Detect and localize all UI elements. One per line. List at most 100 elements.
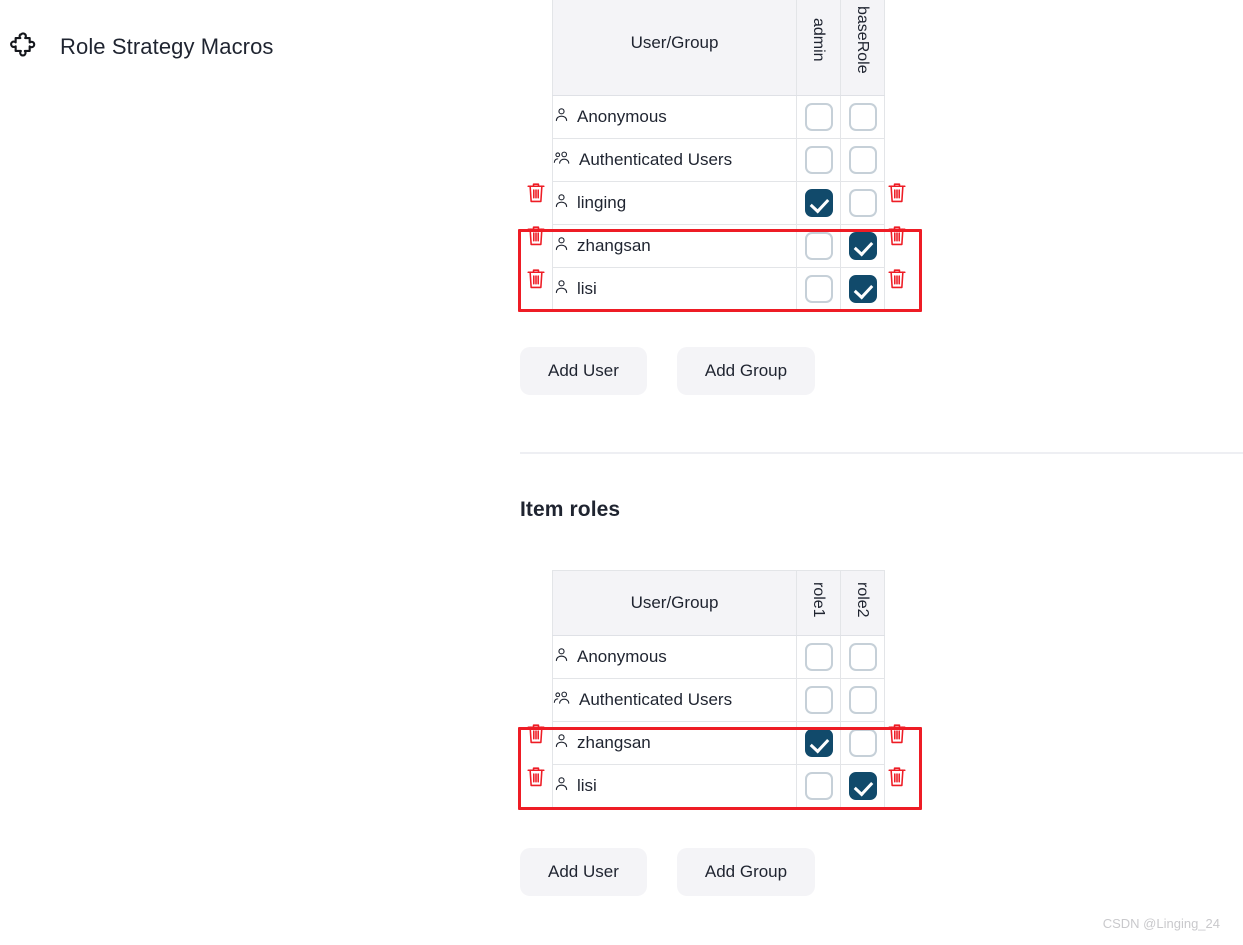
checkbox-role2[interactable] <box>848 772 877 800</box>
watermark: CSDN @Linging_24 <box>1102 916 1220 931</box>
group-icon <box>553 149 572 171</box>
table-row: Anonymous <box>552 635 885 679</box>
checkbox-role1[interactable] <box>804 643 833 671</box>
checkbox-baseRole[interactable] <box>848 275 877 303</box>
usergroup-name: zhangsan <box>577 733 651 752</box>
table-row: Authenticated Users <box>552 678 885 722</box>
person-icon <box>553 192 570 214</box>
checkbox-cell-baseRole[interactable] <box>840 138 885 182</box>
checkbox-cell-admin[interactable] <box>796 224 841 268</box>
checkbox-admin[interactable] <box>804 275 833 303</box>
cell-usergroup: Authenticated Users <box>552 678 797 722</box>
checkbox-baseRole[interactable] <box>848 189 877 217</box>
usergroup-name: Authenticated Users <box>579 150 733 169</box>
column-header-usergroup: User/Group <box>552 570 797 636</box>
section-item-roles: Item roles User/Group role1 role2 Anonym… <box>518 498 1243 896</box>
checkbox-role1[interactable] <box>804 686 833 714</box>
checkbox-cell-admin[interactable] <box>796 267 841 311</box>
add-group-button[interactable]: Add Group <box>676 347 816 395</box>
plugin-header: Role Strategy Macros <box>8 30 274 64</box>
table-row: lisi <box>552 764 885 808</box>
delete-row-button-right-zhangsan[interactable] <box>885 223 909 249</box>
delete-row-button-lisi[interactable] <box>524 266 548 292</box>
table-row: Anonymous <box>552 95 885 139</box>
delete-row-button-linging[interactable] <box>524 180 548 206</box>
cell-usergroup: zhangsan <box>552 721 797 765</box>
checkbox-cell-admin[interactable] <box>796 138 841 182</box>
section-global-roles: User/Group admin baseRole Anonymous Auth… <box>518 0 1243 440</box>
column-header-role2-label: role2 <box>854 582 871 618</box>
app-root: Role Strategy Macros User/Group admin ba <box>0 0 1243 945</box>
add-user-button[interactable]: Add User <box>520 347 647 395</box>
checkbox-cell-role2[interactable] <box>840 764 885 808</box>
plugin-title: Role Strategy Macros <box>60 34 274 59</box>
column-header-admin: admin <box>796 0 841 96</box>
checkbox-role2[interactable] <box>848 729 877 757</box>
usergroup-name: Anonymous <box>577 107 667 126</box>
delete-row-button-right-linging[interactable] <box>885 180 909 206</box>
checkbox-cell-role1[interactable] <box>796 721 841 765</box>
checkbox-role1[interactable] <box>804 729 833 757</box>
checkbox-cell-baseRole[interactable] <box>840 267 885 311</box>
checkbox-role2[interactable] <box>848 686 877 714</box>
column-header-baseRole-label: baseRole <box>854 5 871 74</box>
checkbox-cell-role2[interactable] <box>840 678 885 722</box>
checkbox-cell-role1[interactable] <box>796 635 841 679</box>
cell-usergroup: Anonymous <box>552 95 797 139</box>
add-group-button[interactable]: Add Group <box>676 848 816 896</box>
delete-row-button-lisi-item[interactable] <box>524 764 548 790</box>
group-icon <box>553 689 572 711</box>
checkbox-admin[interactable] <box>804 146 833 174</box>
cell-usergroup: lisi <box>552 764 797 808</box>
checkbox-cell-role1[interactable] <box>796 678 841 722</box>
checkbox-admin[interactable] <box>804 103 833 131</box>
delete-row-button-right-lisi[interactable] <box>885 266 909 292</box>
column-header-usergroup: User/Group <box>552 0 797 96</box>
puzzle-piece-icon <box>8 30 42 64</box>
checkbox-cell-baseRole[interactable] <box>840 224 885 268</box>
delete-row-button-zhangsan[interactable] <box>524 223 548 249</box>
checkbox-role1[interactable] <box>804 772 833 800</box>
person-icon <box>553 775 570 797</box>
checkbox-cell-role2[interactable] <box>840 635 885 679</box>
add-user-button[interactable]: Add User <box>520 848 647 896</box>
checkbox-cell-role1[interactable] <box>796 764 841 808</box>
person-icon <box>553 106 570 128</box>
person-icon <box>553 278 570 300</box>
usergroup-name: zhangsan <box>577 236 651 255</box>
item-roles-button-row: Add User Add Group <box>520 848 816 896</box>
checkbox-cell-admin[interactable] <box>796 181 841 225</box>
checkbox-baseRole[interactable] <box>848 146 877 174</box>
usergroup-name: Authenticated Users <box>579 690 733 709</box>
checkbox-baseRole[interactable] <box>848 232 877 260</box>
page-title-item-roles: Item roles <box>520 498 621 521</box>
checkbox-admin[interactable] <box>804 232 833 260</box>
checkbox-role2[interactable] <box>848 643 877 671</box>
column-header-admin-label: admin <box>810 17 827 62</box>
usergroup-name: lisi <box>577 279 597 298</box>
cell-usergroup: lisi <box>552 267 797 311</box>
delete-row-button-right-zhangsan-item[interactable] <box>885 721 909 747</box>
table-body: Anonymous <box>552 95 885 311</box>
column-header-role1-label: role1 <box>810 582 827 618</box>
table-row: linging <box>552 181 885 225</box>
global-roles-table-zone: User/Group admin baseRole Anonymous Auth… <box>518 0 923 312</box>
person-icon <box>553 732 570 754</box>
checkbox-cell-admin[interactable] <box>796 95 841 139</box>
checkbox-cell-baseRole[interactable] <box>840 95 885 139</box>
table-body: Anonymous <box>552 635 885 808</box>
checkbox-cell-role2[interactable] <box>840 721 885 765</box>
delete-row-button-right-lisi-item[interactable] <box>885 764 909 790</box>
cell-usergroup: linging <box>552 181 797 225</box>
usergroup-name: lisi <box>577 776 597 795</box>
column-header-role2: role2 <box>840 570 885 636</box>
usergroup-name: linging <box>577 193 627 212</box>
table-row: Authenticated Users <box>552 138 885 182</box>
table-header: User/Group admin baseRole <box>552 0 885 96</box>
checkbox-admin[interactable] <box>804 189 833 217</box>
checkbox-baseRole[interactable] <box>848 103 877 131</box>
table-row: zhangsan <box>552 224 885 268</box>
checkbox-cell-baseRole[interactable] <box>840 181 885 225</box>
delete-row-button-zhangsan-item[interactable] <box>524 721 548 747</box>
column-header-baseRole: baseRole <box>840 0 885 96</box>
